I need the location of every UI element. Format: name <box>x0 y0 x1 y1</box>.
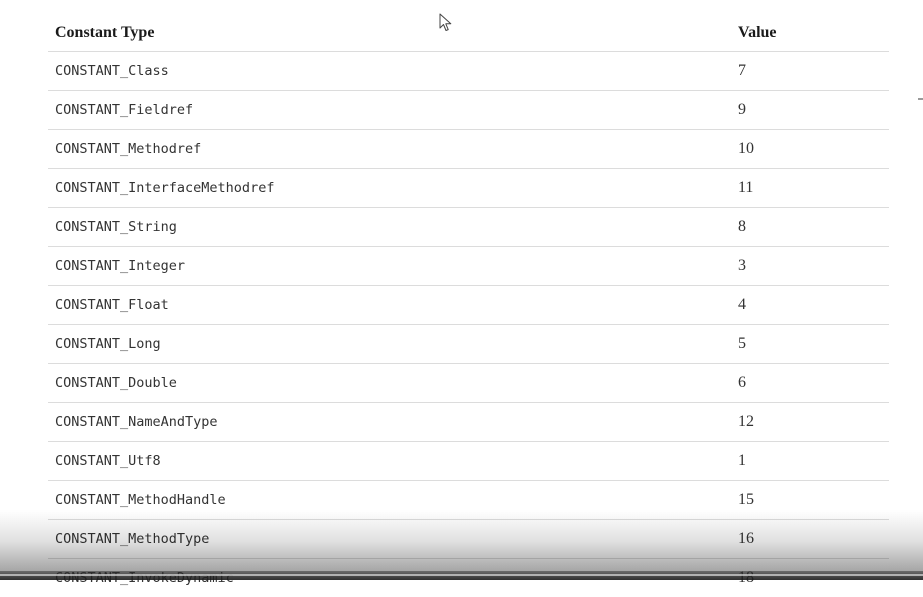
constant-type-cell: CONSTANT_Fieldref <box>55 102 194 118</box>
table-row: CONSTANT_Fieldref 9 <box>48 91 889 130</box>
value-cell: 1 <box>738 452 746 469</box>
mouse-pointer-icon <box>439 13 452 31</box>
table-header-row: Constant Type Value <box>48 14 889 52</box>
value-cell: 9 <box>738 101 746 118</box>
constant-type-cell: CONSTANT_String <box>55 219 177 235</box>
value-cell: 6 <box>738 374 746 391</box>
constant-type-cell: CONSTANT_MethodType <box>55 531 210 547</box>
table-row: CONSTANT_MethodHandle 15 <box>48 481 889 520</box>
value-cell: 7 <box>738 62 746 79</box>
table-row: CONSTANT_Long 5 <box>48 325 889 364</box>
value-cell: 16 <box>738 530 754 547</box>
constant-type-cell: CONSTANT_Double <box>55 375 177 391</box>
table-row: CONSTANT_Utf8 1 <box>48 442 889 481</box>
constant-type-cell: CONSTANT_Long <box>55 336 161 352</box>
table-row: CONSTANT_String 8 <box>48 208 889 247</box>
constant-type-cell: CONSTANT_Class <box>55 63 169 79</box>
table-row: CONSTANT_Integer 3 <box>48 247 889 286</box>
column-header-constant-type: Constant Type <box>55 23 155 41</box>
table-row: CONSTANT_Methodref 10 <box>48 130 889 169</box>
value-cell: 12 <box>738 413 754 430</box>
value-cell: 11 <box>738 179 754 196</box>
table-row: CONSTANT_MethodType 16 <box>48 520 889 559</box>
value-cell: 5 <box>738 335 746 352</box>
table-row: CONSTANT_NameAndType 12 <box>48 403 889 442</box>
column-header-value: Value <box>738 23 777 41</box>
edge-scroll-marker <box>918 98 923 100</box>
value-cell: 15 <box>738 491 754 508</box>
constant-type-cell: CONSTANT_NameAndType <box>55 414 218 430</box>
value-cell: 4 <box>738 296 746 313</box>
table-row: CONSTANT_Double 6 <box>48 364 889 403</box>
table-row: CONSTANT_Float 4 <box>48 286 889 325</box>
value-cell: 8 <box>738 218 746 235</box>
video-progress-line <box>0 574 923 576</box>
constant-type-cell: CONSTANT_Integer <box>55 258 186 274</box>
constant-type-cell: CONSTANT_MethodHandle <box>55 492 226 508</box>
constant-type-cell: CONSTANT_Float <box>55 297 169 313</box>
value-cell: 10 <box>738 140 754 157</box>
constant-type-cell: CONSTANT_Utf8 <box>55 453 161 469</box>
table-row: CONSTANT_InterfaceMethodref 11 <box>48 169 889 208</box>
table-row: CONSTANT_Class 7 <box>48 52 889 91</box>
value-cell: 3 <box>738 257 746 274</box>
constant-types-table: Constant Type Value CONSTANT_Class 7 CON… <box>48 14 889 597</box>
constant-type-cell: CONSTANT_Methodref <box>55 141 202 157</box>
constant-type-cell: CONSTANT_InterfaceMethodref <box>55 180 275 196</box>
